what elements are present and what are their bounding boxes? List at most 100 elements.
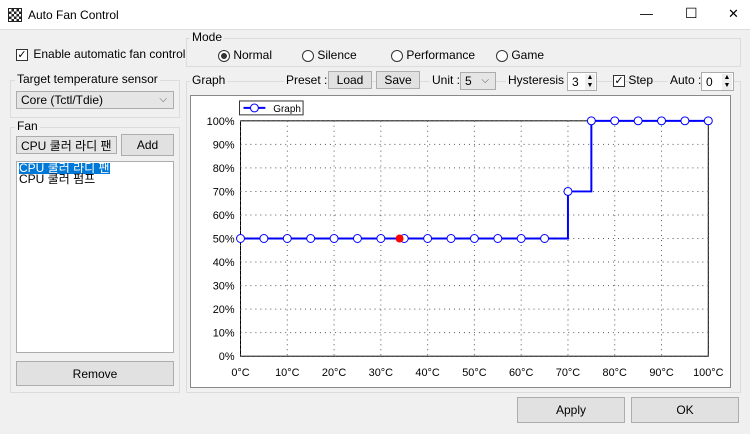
y-tick-label: 30% xyxy=(213,281,235,293)
curve-point xyxy=(352,234,362,243)
x-tick-label: 90°C xyxy=(649,367,673,379)
unit-select[interactable]: 5 ⌵ xyxy=(460,72,496,90)
chevron-down-icon: ⌵ xyxy=(159,94,167,105)
y-tick-label: 100% xyxy=(207,116,235,128)
legend: Graph xyxy=(239,100,304,116)
curve-point xyxy=(236,234,245,243)
curve-point xyxy=(610,116,620,126)
mode-game-radio[interactable]: Game xyxy=(496,48,544,62)
fan-list[interactable]: CPU 쿨러 라디 팬 CPU 쿨러 펌프 xyxy=(16,161,174,353)
auto-label: Auto : xyxy=(668,73,704,87)
legend-label: Graph xyxy=(273,104,301,115)
close-button[interactable]: ✕ xyxy=(728,6,739,22)
ok-button[interactable]: OK xyxy=(631,397,739,423)
checkbox-icon: ✓ xyxy=(16,48,28,61)
window-title: Auto Fan Control xyxy=(28,8,119,22)
y-tick-label: 80% xyxy=(213,163,235,175)
mode-performance-radio[interactable]: Performance xyxy=(391,48,475,62)
fan-select[interactable]: CPU 쿨러 라디 팬 ⌵ xyxy=(16,136,117,154)
curve-point xyxy=(703,116,713,126)
current-temperature-point xyxy=(395,234,404,243)
spin-arrows-icon[interactable]: ▲ ▼ xyxy=(585,74,595,90)
curve-point xyxy=(657,116,666,126)
y-tick-label: 60% xyxy=(213,210,235,222)
hysteresis-spinner[interactable]: 3 ▲ ▼ xyxy=(567,72,597,91)
spin-arrows-icon[interactable]: ▲ ▼ xyxy=(722,74,732,90)
step-checkbox[interactable]: ✓ Step xyxy=(613,73,653,87)
radio-label: Game xyxy=(511,48,545,62)
curve-point xyxy=(493,234,503,243)
chevron-down-icon: ⌵ xyxy=(102,139,110,150)
legend-marker xyxy=(249,103,259,113)
hysteresis-value: 3 xyxy=(572,74,579,89)
unit-value: 5 xyxy=(465,74,472,88)
hysteresis-label: Hysteresis : xyxy=(506,73,573,87)
curve-point xyxy=(376,234,386,243)
curve-point xyxy=(423,234,433,243)
y-tick-label: 0% xyxy=(219,351,235,363)
x-tick-label: 60°C xyxy=(509,367,533,379)
mode-normal-radio[interactable]: Normal xyxy=(218,48,272,62)
x-tick-label: 30°C xyxy=(369,367,393,379)
x-tick-label: 0°C xyxy=(231,367,249,379)
curve-point xyxy=(306,234,316,243)
x-tick-label: 10°C xyxy=(275,367,299,379)
x-tick-label: 40°C xyxy=(415,367,439,379)
curve-point xyxy=(586,116,596,126)
title-bar: Auto Fan Control — ☐ ✕ xyxy=(0,0,750,30)
enable-auto-fan-checkbox[interactable]: ✓ Enable automatic fan control xyxy=(16,47,185,61)
x-tick-label: 100°C xyxy=(693,367,724,379)
apply-button[interactable]: Apply xyxy=(517,397,625,423)
auto-spinner[interactable]: 0 ▲ ▼ xyxy=(701,72,734,91)
x-tick-label: 50°C xyxy=(462,367,486,379)
preset-label: Preset : xyxy=(284,73,330,87)
curve-point xyxy=(633,116,643,126)
mode-label: Mode xyxy=(190,30,225,44)
maximize-button[interactable]: ☐ xyxy=(685,5,698,22)
checkbox-icon: ✓ xyxy=(613,74,625,87)
curve-point xyxy=(259,234,269,243)
curve-point xyxy=(540,234,550,243)
fan-list-item[interactable]: CPU 쿨러 펌프 xyxy=(19,173,171,185)
add-fan-button[interactable]: Add xyxy=(121,134,174,156)
curve-point xyxy=(469,234,479,243)
mode-silence-radio[interactable]: Silence xyxy=(302,48,357,62)
unit-label: Unit : xyxy=(430,73,463,87)
radio-label: Normal xyxy=(233,48,273,62)
y-tick-label: 70% xyxy=(213,186,235,198)
minimize-button[interactable]: — xyxy=(640,6,653,21)
curve-point xyxy=(563,186,573,196)
enable-label: Enable automatic fan control xyxy=(33,47,186,61)
radio-icon xyxy=(302,49,314,62)
radio-label: Performance xyxy=(406,48,476,62)
x-tick-label: 80°C xyxy=(603,367,627,379)
radio-icon xyxy=(218,49,230,62)
chevron-down-icon: ⌵ xyxy=(481,75,489,86)
curve-point xyxy=(446,234,456,243)
y-tick-label: 40% xyxy=(213,257,235,269)
radio-label: Silence xyxy=(317,48,357,62)
radio-icon xyxy=(496,49,508,62)
auto-value: 0 xyxy=(706,74,713,89)
graph-label: Graph xyxy=(190,73,228,87)
y-tick-label: 90% xyxy=(213,139,235,151)
fan-curve-chart[interactable]: 0% 10% 20% 30% 40% 50% 60% 70% 80% 90% 100% 0°C 10°C… xyxy=(190,95,731,388)
remove-fan-button[interactable]: Remove xyxy=(16,361,174,386)
fan-select-value: CPU 쿨러 라디 팬 xyxy=(21,138,112,153)
curve-point xyxy=(516,234,526,243)
sensor-select[interactable]: Core (Tctl/Tdie) ⌵ xyxy=(16,91,174,109)
step-label: Step xyxy=(628,73,654,87)
app-icon xyxy=(8,8,22,22)
curve-point xyxy=(282,234,292,243)
y-tick-label: 20% xyxy=(213,304,235,316)
load-preset-button[interactable]: Load xyxy=(328,71,372,89)
y-tick-label: 10% xyxy=(213,328,235,340)
curve-point xyxy=(680,116,690,126)
sensor-group-label: Target temperature sensor xyxy=(15,72,160,86)
y-tick-label: 50% xyxy=(213,233,235,245)
x-tick-label: 20°C xyxy=(322,367,346,379)
x-tick-label: 70°C xyxy=(556,367,580,379)
curve-point xyxy=(329,234,339,243)
radio-icon xyxy=(391,49,403,62)
save-preset-button[interactable]: Save xyxy=(376,71,420,89)
